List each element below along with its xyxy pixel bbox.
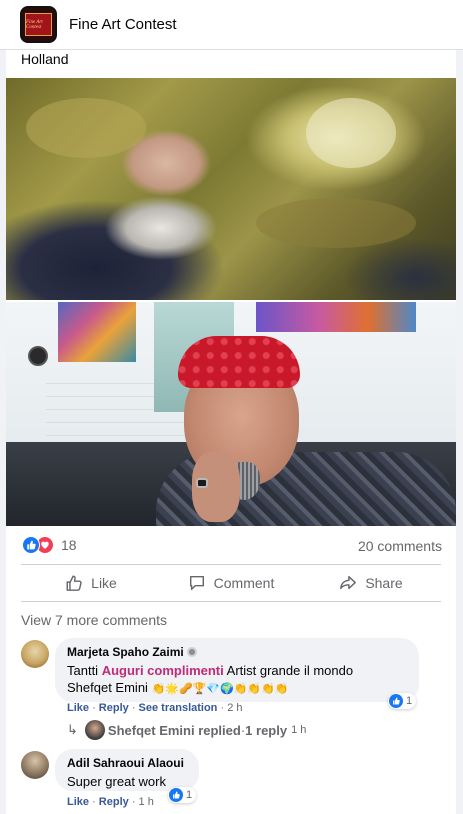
reaction-summary[interactable]: 18 <box>22 536 77 554</box>
share-button[interactable]: Share <box>301 565 441 601</box>
comment-bubble: Adil Sahraoui Alaoui Super great work <box>55 749 199 791</box>
comment-text-part: Shefqet Emini <box>67 680 152 695</box>
reply-time: 1 h <box>291 724 307 736</box>
comment-reply-link[interactable]: Reply <box>99 796 129 808</box>
comment-highlight: Auguri complimenti <box>101 663 224 678</box>
comment-author[interactable]: Marjeta Spaho Zaimi <box>67 645 407 659</box>
comment-text-part: Tantti <box>67 663 102 678</box>
like-reaction-icon <box>22 536 40 554</box>
share-label: Share <box>365 575 403 591</box>
like-reaction-icon <box>169 788 183 802</box>
photo-painting-left <box>58 302 136 362</box>
photo-clock <box>28 346 48 366</box>
reaction-count: 18 <box>61 537 77 553</box>
page-header: Fine Art Contest Fine Art Contest <box>0 0 463 50</box>
comment-like-link[interactable]: Like <box>67 796 89 808</box>
like-label: Like <box>91 575 117 591</box>
post-actions: Like Comment Share <box>21 565 441 601</box>
comment-reactions[interactable]: 1 <box>168 787 197 803</box>
thumbs-up-icon <box>66 575 82 591</box>
view-more-comments-link[interactable]: View 7 more comments <box>21 612 167 628</box>
comment-button[interactable]: Comment <box>161 565 301 601</box>
comment-author-name: Marjeta Spaho Zaimi <box>67 645 184 659</box>
comment-time: 1 h <box>138 796 154 808</box>
comment-emojis: 👏🌟🥜🏆💎🌍👏👏👏👏 <box>151 683 289 695</box>
comment-text: Super great work <box>67 774 166 789</box>
page-avatar[interactable]: Fine Art Contest <box>20 6 57 43</box>
reply-count: 1 reply <box>245 722 288 738</box>
photo-painting-right <box>256 302 416 332</box>
comment-author-name: Adil Sahraoui Alaoui <box>67 756 184 770</box>
photo-bandana <box>178 336 300 388</box>
comment-label: Comment <box>213 575 275 591</box>
post-text: Holland <box>21 51 69 67</box>
commenter-avatar[interactable] <box>21 640 49 668</box>
commenter-avatar[interactable] <box>21 751 49 779</box>
like-button[interactable]: Like <box>21 565 161 601</box>
photo-ring <box>196 478 208 488</box>
paint-stroke <box>306 98 396 168</box>
share-icon <box>340 575 357 590</box>
paint-stroke <box>26 98 146 158</box>
replier-name: Shefqet Emini replied <box>107 722 241 738</box>
comment-like-link[interactable]: Like <box>67 702 89 714</box>
post-photo-artist[interactable] <box>6 302 456 526</box>
comment-icon <box>189 575 204 591</box>
divider <box>21 601 441 602</box>
comment-meta: Like · Reply · 1 h <box>67 796 154 808</box>
like-reaction-icon <box>389 694 403 708</box>
comment-reaction-count: 1 <box>406 695 413 707</box>
comment-author[interactable]: Adil Sahraoui Alaoui <box>67 756 187 770</box>
page-avatar-logo: Fine Art Contest <box>25 13 52 36</box>
post-card: Holland 18 20 comments Like Comment Shar… <box>6 50 456 814</box>
comments-count-link[interactable]: 20 comments <box>358 538 442 554</box>
page-title[interactable]: Fine Art Contest <box>69 16 177 33</box>
see-translation-link[interactable]: See translation <box>139 702 218 714</box>
comment-bubble: Marjeta Spaho Zaimi Tantti Auguri compli… <box>55 638 419 702</box>
comment-time: 2 h <box>227 702 243 714</box>
post-photo-painting[interactable] <box>6 78 456 300</box>
comment-text: Tantti Auguri complimenti Artist grande … <box>67 662 407 698</box>
reply-arrow-icon: ↳ <box>67 722 78 737</box>
comment-text-part: Artist grande il mondo <box>223 663 354 678</box>
comment-reply-link[interactable]: Reply <box>99 702 129 714</box>
paint-stroke <box>256 198 416 248</box>
comment-reactions[interactable]: 1 <box>388 693 417 709</box>
comment-reaction-count: 1 <box>186 789 193 801</box>
top-fan-badge-icon <box>186 647 197 657</box>
replier-avatar[interactable] <box>85 720 105 740</box>
comment-meta: Like · Reply · See translation · 2 h <box>67 702 243 714</box>
